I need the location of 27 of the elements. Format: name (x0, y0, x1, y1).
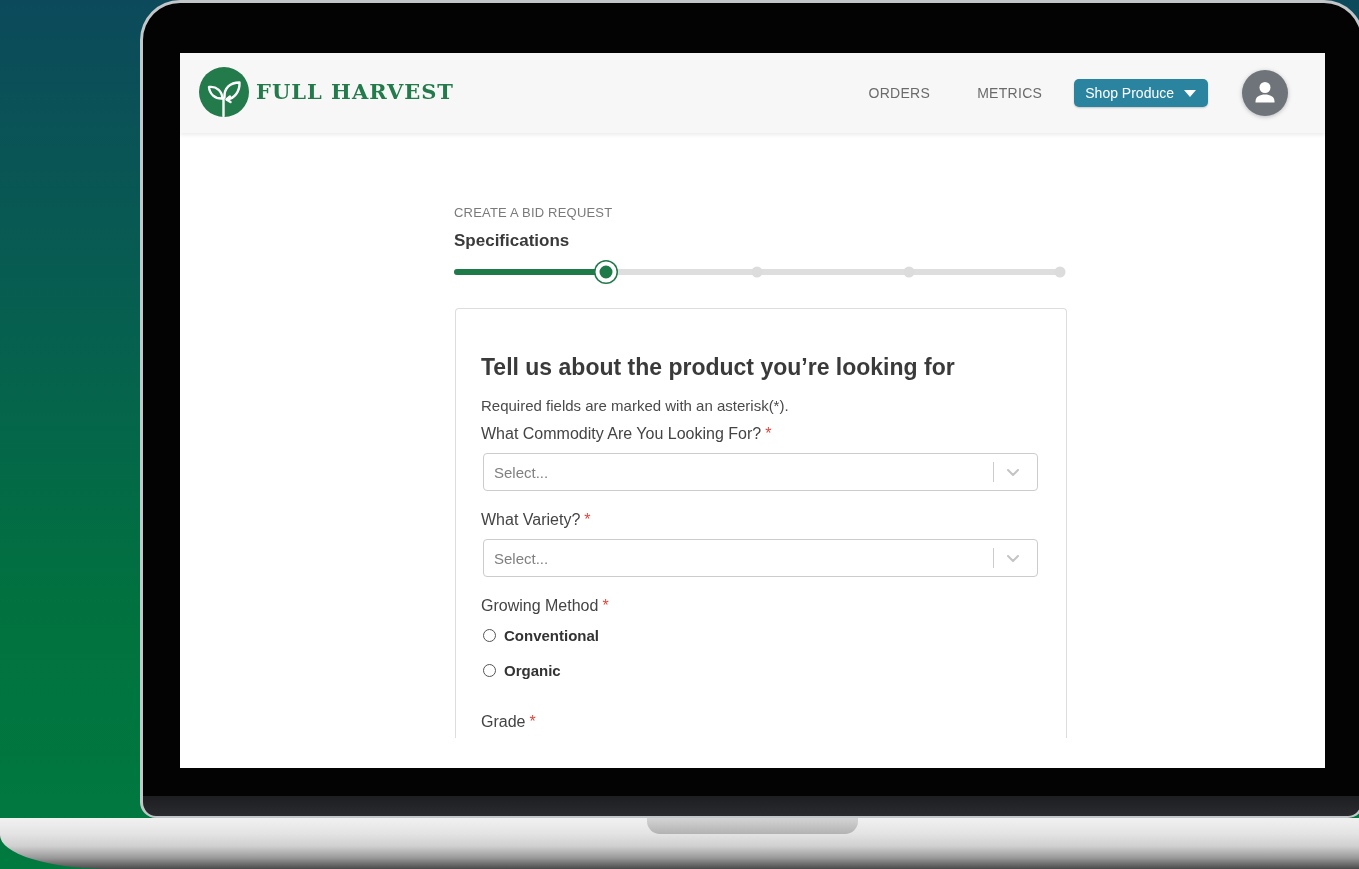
form-note: Required fields are marked with an asterisk(*). (481, 397, 790, 415)
radio-icon[interactable] (483, 628, 496, 642)
radio-option[interactable]: Conventional (483, 624, 599, 646)
chevron-down-icon (1007, 554, 1019, 562)
nav-link[interactable]: ORDERS (868, 85, 931, 101)
radio-option[interactable]: Organic (483, 659, 561, 681)
select-field[interactable]: Select... (483, 539, 1038, 577)
field-label: Growing Method (481, 596, 599, 616)
required-asterisk: * (765, 424, 772, 444)
section-label: CREATE A BID REQUEST (454, 205, 613, 221)
required-asterisk: * (529, 712, 536, 732)
required-asterisk: * (602, 596, 609, 616)
sprout-icon (199, 66, 249, 117)
avatar-icon[interactable] (1242, 70, 1288, 116)
select-field[interactable]: Select... (483, 453, 1038, 491)
step-title: Specifications (454, 231, 570, 251)
caret-icon (1184, 89, 1196, 97)
field-label: What Variety? (481, 510, 581, 530)
form-title: Tell us about the product you’re looking for (481, 353, 956, 381)
field-label: What Commodity Are You Looking For? (481, 424, 762, 444)
chevron-down-icon (1007, 468, 1019, 476)
nav-link[interactable]: METRICS (977, 85, 1043, 101)
field-label: Grade (481, 712, 526, 732)
radio-icon[interactable] (483, 663, 496, 677)
logo-text: FULL HARVEST (256, 79, 454, 104)
required-asterisk: * (584, 510, 591, 530)
dropdown-button[interactable]: Shop Produce (1074, 79, 1208, 107)
